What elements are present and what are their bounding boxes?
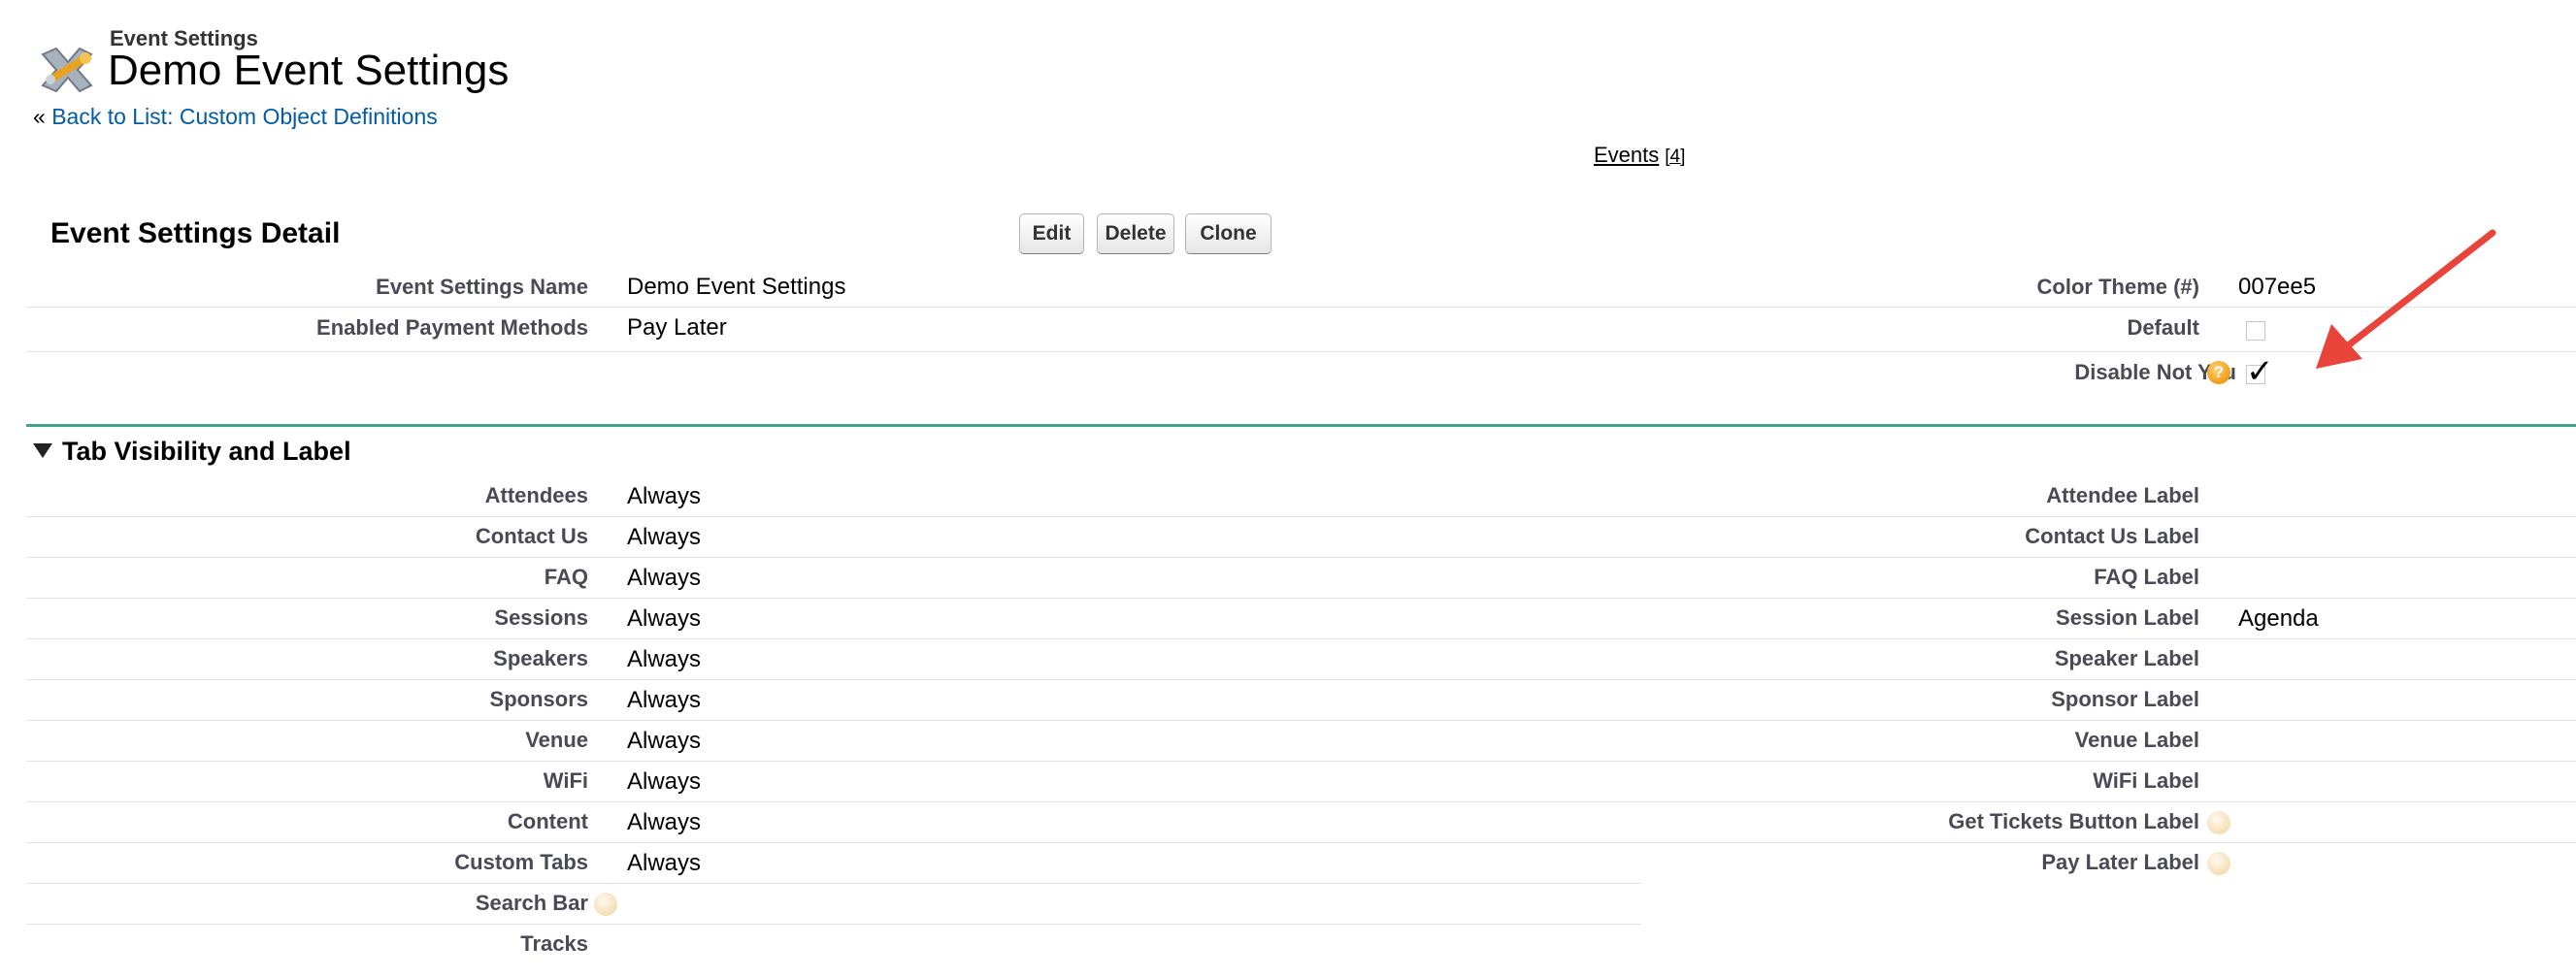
field-label: Venue	[525, 728, 588, 752]
field-label: Attendee Label	[2046, 483, 2199, 507]
edit-button[interactable]: Edit	[1019, 213, 1084, 254]
row-divider	[26, 801, 1641, 802]
help-icon[interactable]	[594, 893, 617, 916]
field-value: Pay Later	[627, 314, 727, 341]
events-count[interactable]: [4]	[1665, 147, 1685, 167]
field-label: Venue Label	[2074, 728, 2199, 752]
field-label: Sessions	[494, 605, 588, 630]
row-divider	[1641, 638, 2576, 639]
row-divider	[1641, 720, 2576, 721]
field-label: Content	[507, 809, 588, 833]
field-label: Speaker Label	[2054, 646, 2199, 670]
row-divider	[26, 516, 1641, 517]
row-divider	[26, 307, 1641, 308]
field-value: Always	[627, 524, 702, 550]
row-divider	[1641, 557, 2576, 558]
detail-section-title: Event Settings Detail	[50, 217, 341, 249]
row-divider	[26, 924, 1641, 925]
field-value: Demo Event Settings	[627, 274, 846, 300]
row-divider	[1641, 516, 2576, 517]
row-divider	[26, 761, 1641, 762]
field-value: Always	[627, 565, 702, 591]
field-value: Always	[627, 646, 702, 672]
back-to-list-link[interactable]: Back to List: Custom Object Definitions	[51, 104, 438, 129]
default-checkbox	[2246, 321, 2265, 341]
tab-visibility-section-header[interactable]: Tab Visibility and Label	[33, 437, 351, 467]
red-arrow-annotation	[2316, 229, 2496, 369]
back-prefix: «	[33, 104, 46, 129]
help-icon[interactable]: ?	[2207, 361, 2230, 384]
help-icon[interactable]	[2207, 811, 2230, 834]
row-divider	[26, 679, 1641, 680]
field-value: Always	[627, 728, 702, 754]
breadcrumb: « Back to List: Custom Object Definition…	[33, 104, 438, 130]
row-divider	[1641, 598, 2576, 599]
field-label: Sponsor Label	[2051, 687, 2199, 711]
field-label: Default	[2127, 315, 2199, 340]
field-label: Speakers	[493, 646, 588, 670]
help-icon[interactable]	[2207, 852, 2230, 875]
row-divider	[26, 883, 1641, 884]
field-label: Contact Us Label	[2025, 524, 2199, 548]
row-divider	[26, 720, 1641, 721]
row-divider	[1641, 679, 2576, 680]
field-value: Always	[627, 605, 702, 632]
collapse-triangle-icon[interactable]	[33, 443, 52, 458]
clone-button[interactable]: Clone	[1185, 213, 1271, 254]
field-label: Enabled Payment Methods	[316, 315, 588, 340]
row-divider	[26, 351, 1641, 352]
row-divider	[26, 842, 1641, 843]
field-label: Custom Tabs	[454, 850, 588, 874]
field-label: Color Theme (#)	[2036, 275, 2199, 299]
row-divider	[26, 598, 1641, 599]
checkmark-icon: ✓	[2246, 353, 2274, 390]
field-label: Pay Later Label	[2041, 850, 2199, 874]
field-label: FAQ Label	[2094, 565, 2199, 589]
field-label: Sponsors	[489, 687, 588, 711]
section-title: Tab Visibility and Label	[62, 437, 351, 466]
field-value: Always	[627, 483, 702, 509]
field-value: Always	[627, 687, 702, 713]
page-title: Demo Event Settings	[108, 47, 510, 94]
field-value: Always	[627, 768, 702, 795]
related-list-links: Events [4]	[1594, 143, 1685, 168]
field-label: Contact Us	[475, 524, 588, 548]
field-label: Tracks	[520, 931, 588, 956]
events-related-link[interactable]: Events	[1594, 143, 1659, 167]
field-value: Always	[627, 850, 702, 876]
field-label: Get Tickets Button Label	[1948, 809, 2199, 833]
row-divider	[1641, 801, 2576, 802]
field-label: Session Label	[2056, 605, 2199, 630]
row-divider	[1641, 761, 2576, 762]
field-label: WiFi	[543, 768, 588, 793]
field-label: Attendees	[484, 483, 588, 507]
section-divider	[26, 424, 2576, 427]
field-value: Agenda	[2238, 605, 2319, 632]
field-label: WiFi Label	[2093, 768, 2199, 793]
row-divider	[26, 557, 1641, 558]
row-divider	[1641, 842, 2576, 843]
field-label: Event Settings Name	[376, 275, 588, 299]
field-label: FAQ	[544, 565, 588, 589]
event-settings-icon	[41, 47, 93, 93]
delete-button[interactable]: Delete	[1097, 213, 1174, 254]
field-label: Search Bar	[475, 891, 588, 915]
field-value: Always	[627, 809, 702, 835]
row-divider	[26, 638, 1641, 639]
